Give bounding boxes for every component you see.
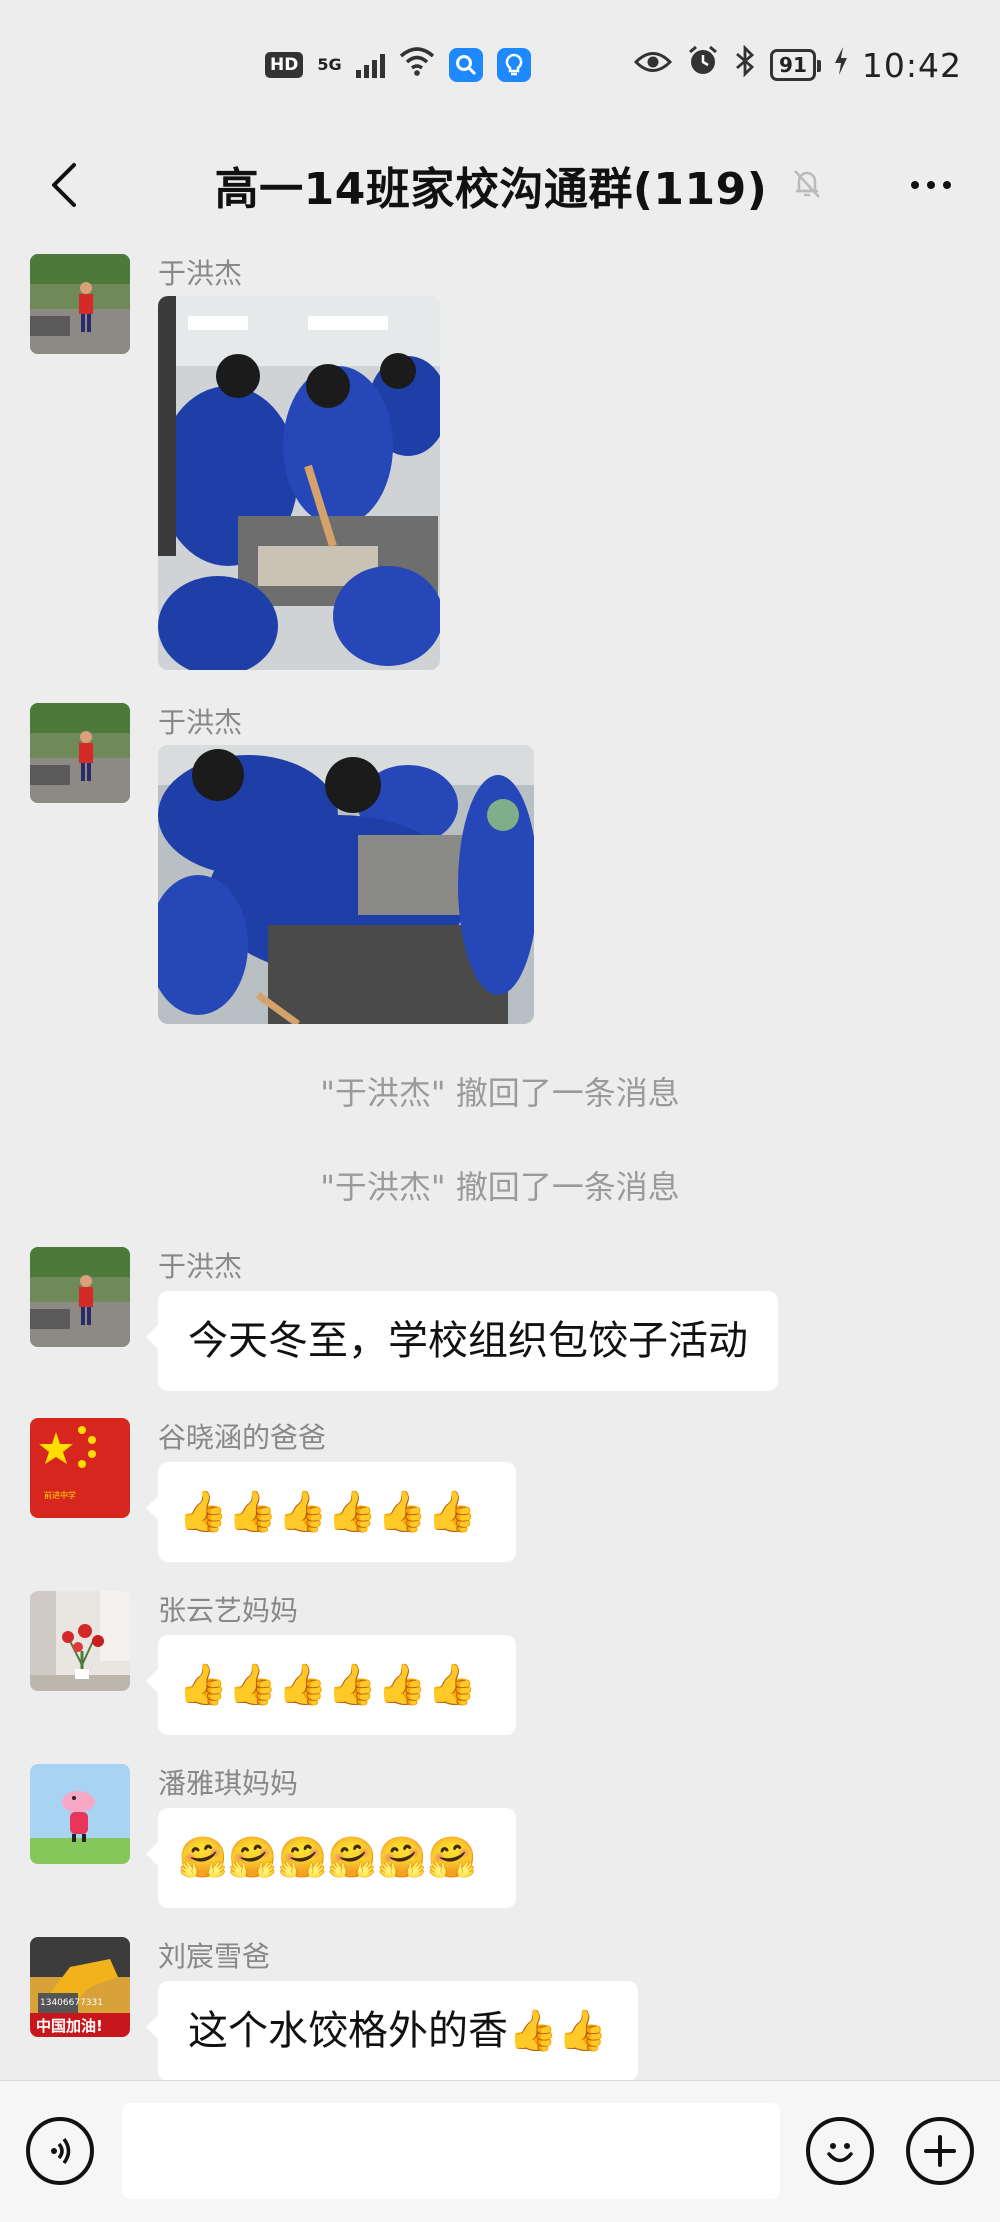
- status-left: HD 5G: [265, 46, 531, 84]
- message-body: 于洪杰 今天冬至，学校组织包饺子活动: [146, 1247, 778, 1391]
- message-body: 潘雅琪妈妈 🤗🤗🤗🤗🤗🤗: [146, 1764, 516, 1908]
- message-item: 前进中学 谷晓涵的爸爸 👍👍👍👍👍👍: [30, 1418, 516, 1562]
- message-item: 张云艺妈妈 👍👍👍👍👍👍: [30, 1591, 516, 1735]
- avatar[interactable]: [30, 1591, 130, 1691]
- bell-muted-icon: [789, 165, 825, 205]
- bulb-app-icon: [496, 48, 531, 82]
- input-bar: [0, 2080, 1000, 2222]
- wifi-icon: [399, 46, 435, 84]
- dot: [927, 181, 935, 189]
- photo-message[interactable]: [158, 745, 534, 1024]
- bluetooth-icon: [734, 44, 756, 85]
- message-item: 于洪杰: [30, 703, 534, 1024]
- smiley-icon: [827, 2143, 853, 2163]
- charging-icon: [834, 46, 848, 84]
- dot: [911, 181, 919, 189]
- chat-title: 高一14班家校沟通群(119): [214, 164, 768, 215]
- emoji-button[interactable]: [806, 2117, 874, 2185]
- emoji-bubble[interactable]: 👍👍👍👍👍👍: [146, 1462, 516, 1562]
- alarm-icon: [686, 44, 720, 86]
- sender-name: 刘宸雪爸: [158, 1940, 271, 1973]
- voice-button[interactable]: [26, 2117, 94, 2185]
- avatar[interactable]: [30, 1764, 130, 1864]
- title-area: 高一14班家校沟通群(119): [0, 130, 1000, 240]
- status-bar: HD 5G 91 10:42: [0, 0, 1000, 130]
- message-body: 谷晓涵的爸爸 👍👍👍👍👍👍: [146, 1418, 516, 1562]
- recall-notice: "于洪杰" 撤回了一条消息: [320, 1074, 680, 1112]
- emoji-text: 👍👍👍👍👍👍: [178, 1489, 477, 1535]
- sender-name: 于洪杰: [158, 706, 243, 739]
- emoji-bubble[interactable]: 👍👍👍👍👍👍: [146, 1635, 516, 1735]
- avatar[interactable]: [30, 703, 130, 803]
- sender-name: 潘雅琪妈妈: [158, 1767, 299, 1800]
- eye-icon: [633, 48, 673, 83]
- message-item: 潘雅琪妈妈 🤗🤗🤗🤗🤗🤗: [30, 1764, 516, 1908]
- sender-name: 张云艺妈妈: [158, 1594, 299, 1627]
- phone-caption: 13406677331: [40, 1998, 103, 2008]
- message-body: 于洪杰: [158, 254, 440, 670]
- clock: 10:42: [861, 45, 962, 85]
- status-right: 91 10:42: [633, 44, 962, 86]
- message-item: 于洪杰: [30, 254, 440, 670]
- avatar-caption: 中国加油!: [36, 2017, 103, 2035]
- emoji-text: 👍👍👍👍👍👍: [178, 1662, 477, 1708]
- network-type: 5G: [317, 55, 342, 74]
- avatar[interactable]: 前进中学: [30, 1418, 130, 1518]
- recall-notice: "于洪杰" 撤回了一条消息: [320, 1168, 680, 1206]
- text-bubble[interactable]: 今天冬至，学校组织包饺子活动: [146, 1291, 778, 1391]
- message-body: 张云艺妈妈 👍👍👍👍👍👍: [146, 1591, 516, 1735]
- flag-caption: 前进中学: [44, 1490, 76, 1500]
- emoji-text: 🤗🤗🤗🤗🤗🤗: [178, 1835, 477, 1881]
- message-item: 13406677331 中国加油! 刘宸雪爸 这个水饺格外的香👍👍: [30, 1937, 638, 2081]
- sender-name: 于洪杰: [158, 1250, 243, 1283]
- hd-badge: HD: [265, 52, 304, 78]
- dot: [943, 181, 951, 189]
- message-input[interactable]: [122, 2103, 780, 2199]
- message-body: 于洪杰: [158, 703, 534, 1024]
- voice-icon: [51, 2137, 71, 2165]
- sender-name: 于洪杰: [158, 257, 243, 290]
- avatar[interactable]: [30, 254, 130, 354]
- message-item: 于洪杰 今天冬至，学校组织包饺子活动: [30, 1247, 778, 1391]
- emoji-bubble[interactable]: 🤗🤗🤗🤗🤗🤗: [146, 1808, 516, 1908]
- signal-icon: [355, 52, 385, 78]
- avatar[interactable]: 13406677331 中国加油!: [30, 1937, 130, 2037]
- sender-name: 谷晓涵的爸爸: [158, 1421, 327, 1454]
- message-body: 刘宸雪爸 这个水饺格外的香👍👍: [146, 1937, 638, 2081]
- add-button[interactable]: [906, 2117, 974, 2185]
- search-app-icon: [448, 48, 483, 82]
- avatar[interactable]: [30, 1247, 130, 1347]
- more-options-button[interactable]: [886, 150, 976, 220]
- photo-message[interactable]: [158, 296, 440, 670]
- text-bubble[interactable]: 这个水饺格外的香👍👍: [146, 1981, 638, 2081]
- plus-icon: [924, 2135, 956, 2167]
- battery-icon: 91: [770, 49, 821, 81]
- chat-header: 高一14班家校沟通群(119): [0, 130, 1000, 240]
